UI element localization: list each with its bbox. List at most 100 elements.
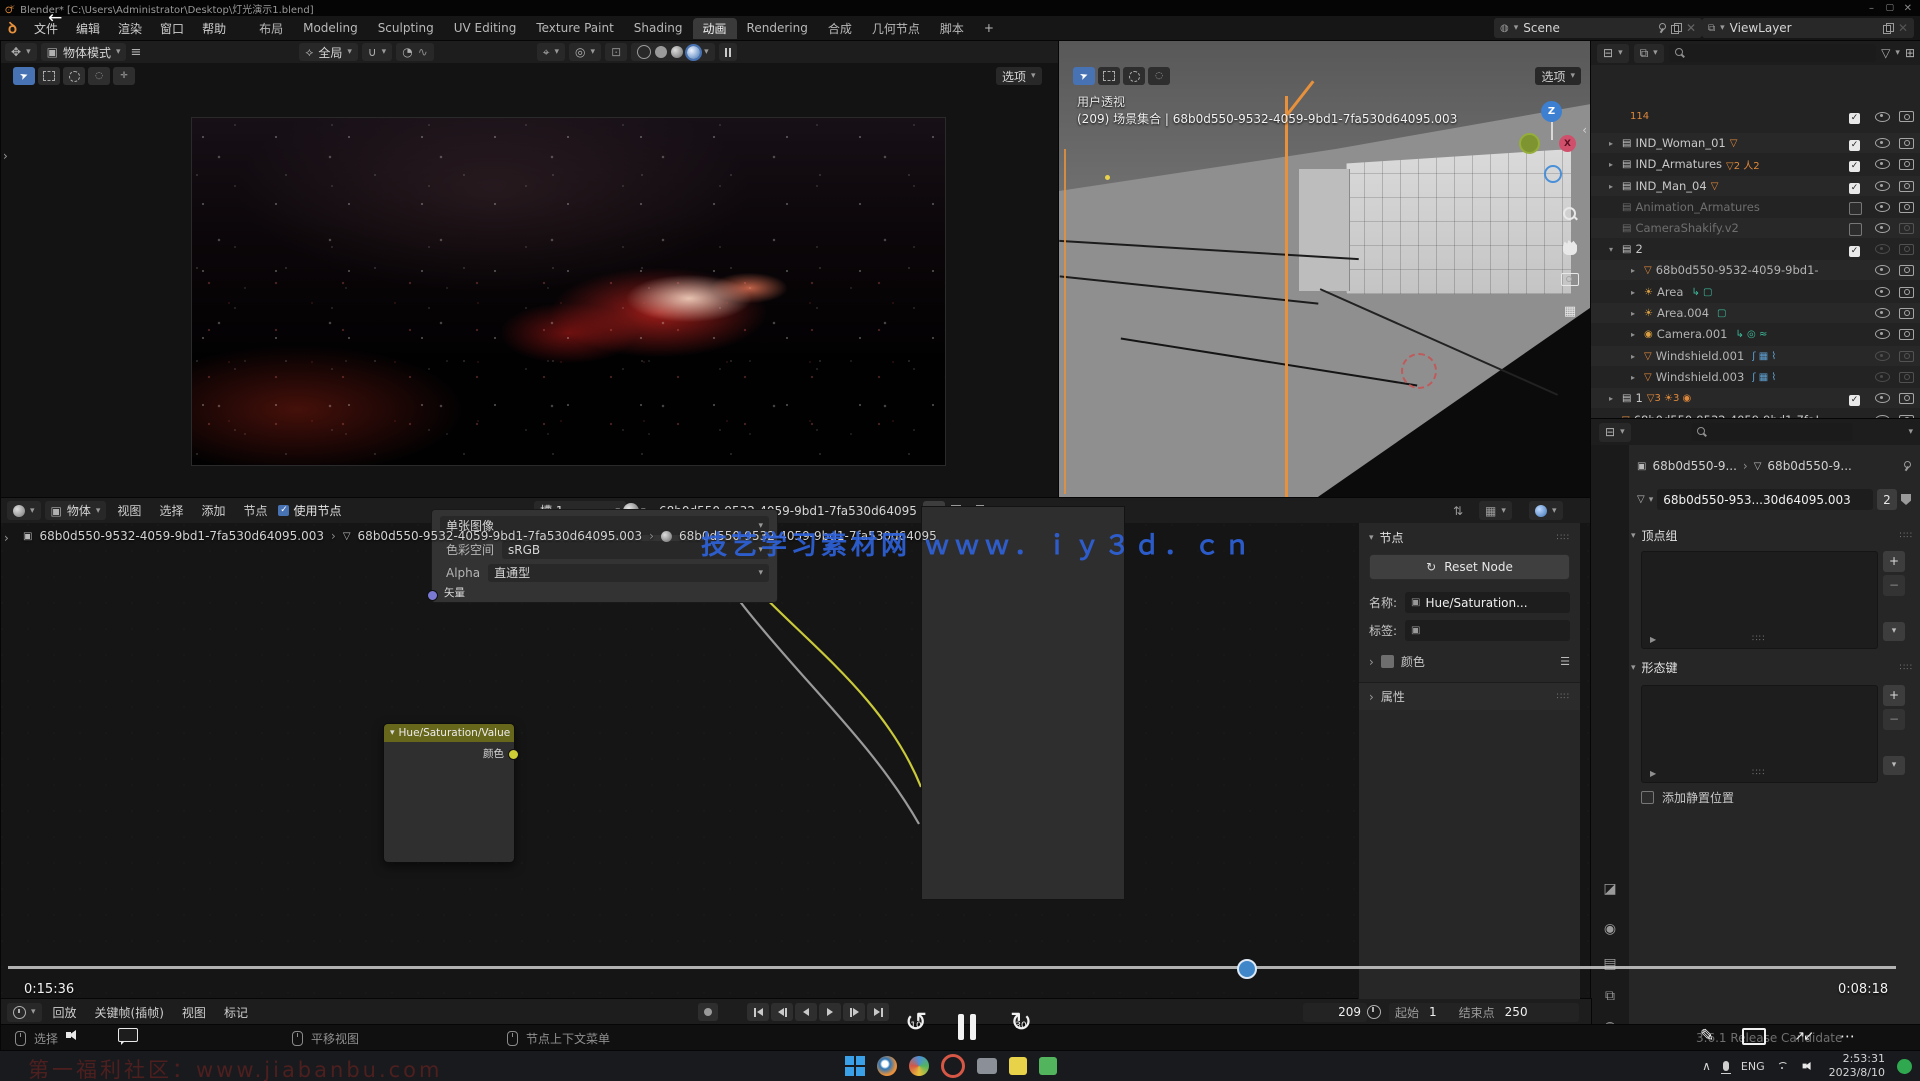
expander-icon[interactable]: ▸ [1631, 352, 1640, 361]
start-value[interactable]: 1 [1429, 1005, 1437, 1019]
workspace-tab[interactable]: Rendering [737, 19, 818, 37]
blender-taskbar-icon[interactable] [877, 1056, 897, 1076]
row-label[interactable]: Windshield.003 [1656, 370, 1745, 384]
minimize-button[interactable]: – [1869, 3, 1874, 14]
rendered-shading-icon[interactable] [687, 46, 700, 59]
row-label[interactable]: Area [1657, 285, 1683, 299]
vertex-groups-header[interactable]: ▾顶点组 ∷∷ [1631, 527, 1913, 544]
show-gizmo-toggle[interactable]: ⌖▾ [537, 43, 565, 61]
outliner-row[interactable]: ▸ ▤ IND_Woman_01 ▽ ✓ [1591, 133, 1920, 153]
doc-taskbar-icon[interactable] [1039, 1057, 1057, 1075]
breadcrumb-object[interactable]: 68b0d550-9... [1652, 459, 1736, 473]
users-count-badge[interactable]: 2 [1877, 489, 1897, 510]
outliner-row[interactable]: ▸ ▽ Windshield.003 ʃ ▦ ⌇ ✓ [1591, 367, 1920, 387]
select-lasso-tool-button[interactable]: ◌ [1148, 67, 1170, 85]
topbar-menu[interactable]: 编辑 [67, 20, 109, 37]
options-chevron[interactable]: ▾ [1908, 427, 1913, 437]
jump-next-keyframe-button[interactable] [843, 1003, 865, 1021]
remove-icon[interactable]: ✕ [1898, 21, 1908, 35]
outliner-row[interactable]: ▸ ▽ Windshield.001 ʃ ▦ ⌇ ✓ [1591, 346, 1920, 366]
exclude-checkbox[interactable]: ✓ [1849, 223, 1862, 236]
zoom-icon[interactable] [1562, 206, 1578, 222]
tweak-tool-button[interactable]: ➤ [1073, 67, 1095, 85]
render-visibility-toggle[interactable] [1899, 244, 1914, 255]
view-menu[interactable]: 视图 [110, 502, 148, 519]
copy-icon[interactable] [1883, 23, 1893, 34]
color-chip[interactable] [1381, 655, 1394, 668]
end-value[interactable]: 250 [1505, 1005, 1528, 1019]
outliner-row[interactable]: ▸ ◉ Camera.001 ↳ ◎ ≈ ✓ [1591, 324, 1920, 344]
exclude-checkbox[interactable]: ✓ [1849, 140, 1860, 151]
notes-taskbar-icon[interactable] [1009, 1057, 1027, 1075]
microphone-tray-icon[interactable] [1723, 1061, 1729, 1071]
row-label[interactable]: Area.004 [1657, 306, 1709, 320]
timeline-menu[interactable]: 关键帧(插帧) [88, 1004, 171, 1021]
attributes-subpanel[interactable]: › 属性 ∷∷ [1359, 682, 1580, 710]
select-box-tool-button[interactable] [38, 67, 60, 85]
shape-keys-header[interactable]: ▾形态键 ∷∷ [1631, 659, 1913, 676]
expander-icon[interactable]: ▸ [1631, 266, 1640, 275]
blender-app-icon[interactable]: ꝺ [8, 18, 17, 38]
row-label[interactable]: 1 [1635, 391, 1642, 405]
display-mode-dropdown[interactable]: ⊟▾ [1597, 44, 1629, 63]
render-visibility-toggle[interactable] [1899, 372, 1914, 383]
outliner-row[interactable]: ▤ CameraShakify.v2 ✓ [1591, 218, 1920, 238]
list-expander-icon[interactable]: ▶ [1650, 769, 1656, 778]
outliner-row[interactable]: 114 ✓ [1591, 110, 1920, 123]
outliner-row[interactable]: ▤ Animation_Armatures ✓ [1591, 197, 1920, 217]
auto-keying-button[interactable] [698, 1003, 718, 1021]
hsv-node-header[interactable]: ▾ Hue/Saturation/Value [384, 724, 514, 742]
editor-type-button[interactable]: ▾ [7, 1003, 42, 1022]
volume-icon[interactable] [1802, 1060, 1815, 1071]
expander-icon[interactable]: ▸ [1609, 160, 1618, 169]
render-visibility-toggle[interactable] [1899, 265, 1914, 276]
expander-icon[interactable]: ▸ [1631, 309, 1640, 318]
checkbox-wrap[interactable]: ✓ [1849, 220, 1862, 236]
properties-tab[interactable]: ◪ [1593, 874, 1627, 904]
select-box-tool-button[interactable] [1098, 67, 1120, 85]
overlay-node-toggle[interactable]: ▾ [1529, 501, 1563, 520]
list-grip-dots[interactable]: ∷∷ [1752, 634, 1765, 644]
outliner-row[interactable]: ▸ ▤ IND_Armatures ▽2 人2 ✓ [1591, 154, 1920, 174]
shapekey-specials-button[interactable]: ▾ [1883, 756, 1905, 775]
expander-icon[interactable]: ▸ [1631, 288, 1640, 297]
render-visibility-toggle[interactable] [1899, 329, 1914, 340]
topbar-menu[interactable]: 窗口 [151, 20, 193, 37]
sidebar-collapse-arrow[interactable]: ‹ [1582, 123, 1587, 137]
exclude-checkbox[interactable]: ✓ [1849, 183, 1860, 194]
skip-forward-button[interactable]: ↻ 30 [1000, 1008, 1042, 1048]
workspace-tab[interactable]: Texture Paint [526, 19, 623, 37]
checkbox-wrap[interactable]: ✓ [1849, 199, 1862, 215]
checkbox-wrap[interactable]: ✓ [1849, 136, 1860, 151]
wifi-icon[interactable] [1777, 1062, 1789, 1071]
toolbar-expand-arrow[interactable]: › [4, 531, 9, 545]
render-visibility-toggle[interactable] [1899, 308, 1914, 319]
workspace-tab[interactable]: 布局 [249, 18, 293, 39]
hide-eye-toggle[interactable] [1875, 265, 1890, 275]
snap-node-toggle[interactable]: ▦▾ [1479, 501, 1512, 520]
color-output-socket[interactable] [508, 749, 519, 760]
exclude-checkbox[interactable]: ✓ [1849, 202, 1862, 215]
scene-display-dropdown[interactable]: ⧉▾ [1634, 44, 1664, 63]
outliner-row[interactable]: ▸ ▽ 68b0d550-9532-4059-9bd1- ✓ [1591, 260, 1920, 280]
viewlayer-selector[interactable]: ⧉▾ ViewLayer ✕ [1702, 18, 1914, 38]
add-menu[interactable]: 添加 [194, 502, 232, 519]
close-button[interactable]: ✕ [1904, 3, 1912, 14]
breadcrumb-data[interactable]: 68b0d550-9... [1767, 459, 1851, 473]
use-preview-range-icon[interactable] [1367, 1005, 1381, 1019]
topbar-menu[interactable]: 帮助 [193, 20, 235, 37]
jump-to-start-button[interactable] [747, 1003, 769, 1021]
player-progress-track[interactable] [8, 966, 1896, 969]
notification-badge[interactable] [1897, 1059, 1912, 1074]
hide-eye-toggle[interactable] [1875, 287, 1890, 297]
render-visibility-toggle[interactable] [1899, 159, 1914, 170]
rest-position-row[interactable]: ✓ 添加静置位置 [1641, 789, 1734, 806]
row-label[interactable]: Camera.001 [1657, 327, 1728, 341]
row-label[interactable]: Windshield.001 [1656, 349, 1745, 363]
viewport-l-options[interactable]: 选项▾ [996, 67, 1042, 85]
workspace-tab[interactable]: 脚本 [930, 18, 974, 39]
app-ring-taskbar-icon[interactable] [941, 1054, 965, 1078]
exclude-checkbox[interactable]: ✓ [1849, 395, 1860, 406]
vertex-groups-list[interactable]: ▶ ∷∷ [1641, 551, 1878, 649]
fake-user-shield-icon[interactable] [1901, 494, 1911, 505]
